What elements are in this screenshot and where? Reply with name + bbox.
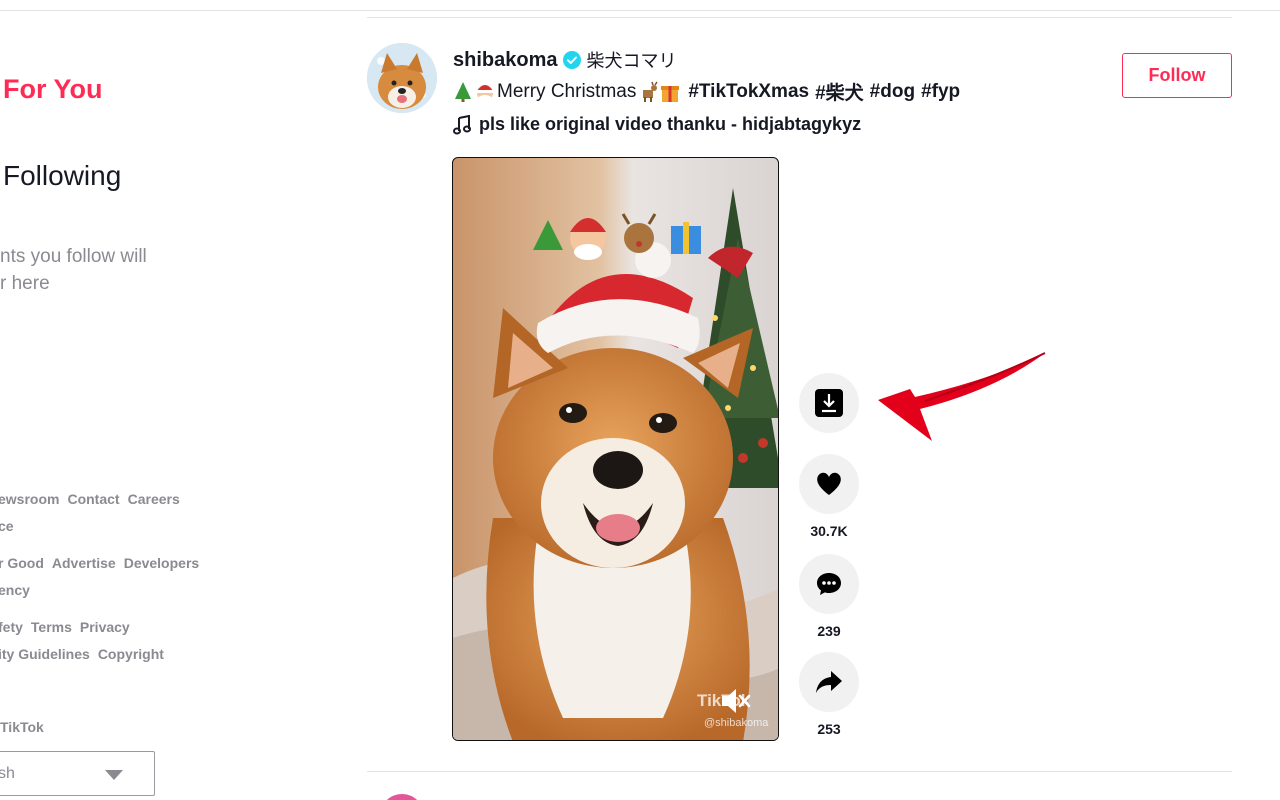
footer-link[interactable]: ce [0,518,14,534]
like-button[interactable] [799,454,859,514]
footer-row: ce [0,518,22,534]
download-action [799,373,859,433]
nav-following[interactable]: Following [3,160,121,192]
watermark-username: @shibakoma [704,717,769,729]
footer-row: ewsroom Contact Careers [0,491,188,507]
comment-count: 239 [817,623,841,639]
language-select[interactable]: sh [0,751,155,796]
muted-speaker-icon[interactable] [719,685,753,717]
footer-link[interactable]: Copyright [98,646,164,662]
chevron-down-icon [105,770,123,780]
share-action: 253 [799,652,859,737]
language-value: sh [0,765,15,782]
footer-link[interactable]: Advertise [52,555,116,571]
copyright: TikTok [0,719,44,735]
reindeer-icon [643,81,658,102]
following-hint: nts you follow will r here [0,243,204,297]
author-name[interactable]: shibakoma [453,49,557,72]
footer-link[interactable]: Contact [67,491,119,507]
music-note-icon [453,114,471,134]
post-caption: Merry Christmas #TikTokXmas #柴犬 #dog #fy… [453,78,960,105]
nav-for-you[interactable]: For You [3,74,103,105]
footer-links: ewsroom Contact Careers ce r Good Advertise… [0,488,230,678]
like-count: 30.7K [810,523,848,539]
top-divider [0,10,1280,11]
copyright-text: TikTok [0,719,44,735]
caption-text: Merry Christmas [497,80,637,102]
like-action: 30.7K [799,454,859,539]
footer-link[interactable]: fety [0,619,23,635]
footer-row: ency [0,582,38,598]
follow-button[interactable]: Follow [1122,53,1232,98]
gift-icon [661,85,680,102]
video-frame [453,158,778,740]
hashtag-link[interactable]: #柴犬 [815,78,864,105]
footer-link[interactable]: Privacy [80,619,130,635]
footer-row: fety Terms Privacy [0,619,138,635]
footer-link[interactable]: Developers [124,555,199,571]
footer-link[interactable]: ewsroom [0,491,59,507]
heart-icon [817,472,841,495]
author-nickname: 柴犬コマリ [586,51,677,71]
comment-button[interactable] [799,554,859,614]
avatar[interactable] [367,43,437,113]
santa-icon [477,84,493,103]
hashtag-link[interactable]: #TikTokXmas [688,81,809,103]
annotation-arrow-icon [878,352,1046,441]
comment-action: 239 [799,554,859,639]
footer-link[interactable]: Terms [31,619,72,635]
download-button[interactable] [799,373,859,433]
download-icon [815,389,843,417]
feed-divider [367,17,1232,18]
footer-row: r Good Advertise Developers [0,555,207,571]
hashtag-link[interactable]: #dog [870,81,915,103]
author-row: shibakoma 柴犬コマリ [453,47,676,73]
footer-link[interactable]: ency [0,582,30,598]
following-hint-line: r here [0,273,50,294]
feed-divider [367,771,1232,772]
following-hint-line: nts you follow will [0,246,147,267]
share-arrow-icon [816,671,842,693]
footer-link[interactable]: ity Guidelines [0,646,90,662]
music-title: pls like original video thanku - hidjabt… [479,114,862,134]
comment-icon [817,573,841,595]
footer-link[interactable]: Careers [128,491,180,507]
share-count: 253 [817,721,841,737]
hashtag-link[interactable]: #fyp [921,81,960,103]
footer-link[interactable]: r Good [0,555,44,571]
christmas-tree-icon [455,81,471,102]
video-player[interactable]: TikTok @shibakoma [452,157,779,741]
verified-badge-icon [563,51,582,69]
footer-row: ity Guidelines Copyright [0,646,172,662]
next-post-avatar[interactable] [380,794,424,800]
share-button[interactable] [799,652,859,712]
music-row[interactable]: pls like original video thanku - hidjabt… [453,114,861,135]
